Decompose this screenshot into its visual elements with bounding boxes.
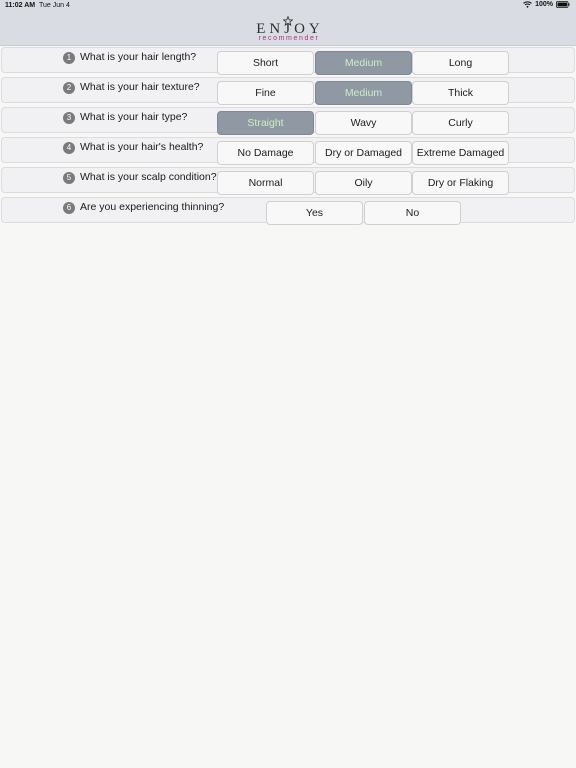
question-text: What is your hair type? bbox=[80, 111, 188, 123]
question-row-scalp-condition: 5 What is your scalp condition? Normal O… bbox=[1, 167, 575, 195]
option-normal-button[interactable]: Normal bbox=[217, 171, 314, 195]
wifi-icon bbox=[523, 1, 532, 8]
logo-subtitle: recommender bbox=[258, 35, 320, 42]
question-text: What is your hair texture? bbox=[80, 81, 200, 93]
option-thick-button[interactable]: Thick bbox=[412, 81, 509, 105]
question-text: What is your hair's health? bbox=[80, 141, 204, 153]
question-row-hair-length: 1 What is your hair length? Short Medium… bbox=[1, 47, 575, 75]
status-indicators: 100% bbox=[523, 1, 570, 8]
question-number-badge: 3 bbox=[63, 112, 75, 124]
question-row-hair-type: 3 What is your hair type? Straight Wavy … bbox=[1, 107, 575, 135]
status-bar: 11:02 AM Tue Jun 4 100% bbox=[0, 0, 576, 12]
option-oily-button[interactable]: Oily bbox=[315, 171, 412, 195]
question-number-badge: 1 bbox=[63, 52, 75, 64]
battery-percent: 100% bbox=[535, 1, 553, 8]
question-row-thinning: 6 Are you experiencing thinning? Yes No bbox=[1, 197, 575, 225]
battery-icon bbox=[556, 1, 570, 8]
option-long-button[interactable]: Long bbox=[412, 51, 509, 75]
enjoy-logo: ENJOY recommender bbox=[0, 13, 576, 42]
question-list: 1 What is your hair length? Short Medium… bbox=[1, 47, 575, 227]
option-medium-button[interactable]: Medium bbox=[315, 51, 412, 75]
question-text: What is your hair length? bbox=[80, 51, 197, 63]
status-time: 11:02 AM bbox=[5, 2, 36, 9]
option-curly-button[interactable]: Curly bbox=[412, 111, 509, 135]
status-date: Tue Jun 4 bbox=[39, 2, 70, 9]
option-short-button[interactable]: Short bbox=[217, 51, 314, 75]
option-straight-button[interactable]: Straight bbox=[217, 111, 314, 135]
question-text: Are you experiencing thinning? bbox=[80, 201, 225, 213]
option-fine-button[interactable]: Fine bbox=[217, 81, 314, 105]
question-number-badge: 6 bbox=[63, 202, 75, 214]
header-bar: 11:02 AM Tue Jun 4 100% ENJOY recommende… bbox=[0, 0, 576, 46]
question-row-hair-health: 4 What is your hair's health? No Damage … bbox=[1, 137, 575, 165]
question-row-hair-texture: 2 What is your hair texture? Fine Medium… bbox=[1, 77, 575, 105]
logo-wordmark: ENJOY bbox=[256, 21, 324, 37]
option-medium-button[interactable]: Medium bbox=[315, 81, 412, 105]
question-number-badge: 4 bbox=[63, 142, 75, 154]
app-window: 11:02 AM Tue Jun 4 100% ENJOY recommende… bbox=[0, 0, 576, 768]
option-no-button[interactable]: No bbox=[364, 201, 461, 225]
option-wavy-button[interactable]: Wavy bbox=[315, 111, 412, 135]
option-dry-or-damaged-button[interactable]: Dry or Damaged bbox=[315, 141, 412, 165]
option-yes-button[interactable]: Yes bbox=[266, 201, 363, 225]
option-no-damage-button[interactable]: No Damage bbox=[217, 141, 314, 165]
question-number-badge: 2 bbox=[63, 82, 75, 94]
option-extreme-damaged-button[interactable]: Extreme Damaged bbox=[412, 141, 509, 165]
question-text: What is your scalp condition? bbox=[80, 171, 217, 183]
option-dry-or-flaking-button[interactable]: Dry or Flaking bbox=[412, 171, 509, 195]
question-number-badge: 5 bbox=[63, 172, 75, 184]
